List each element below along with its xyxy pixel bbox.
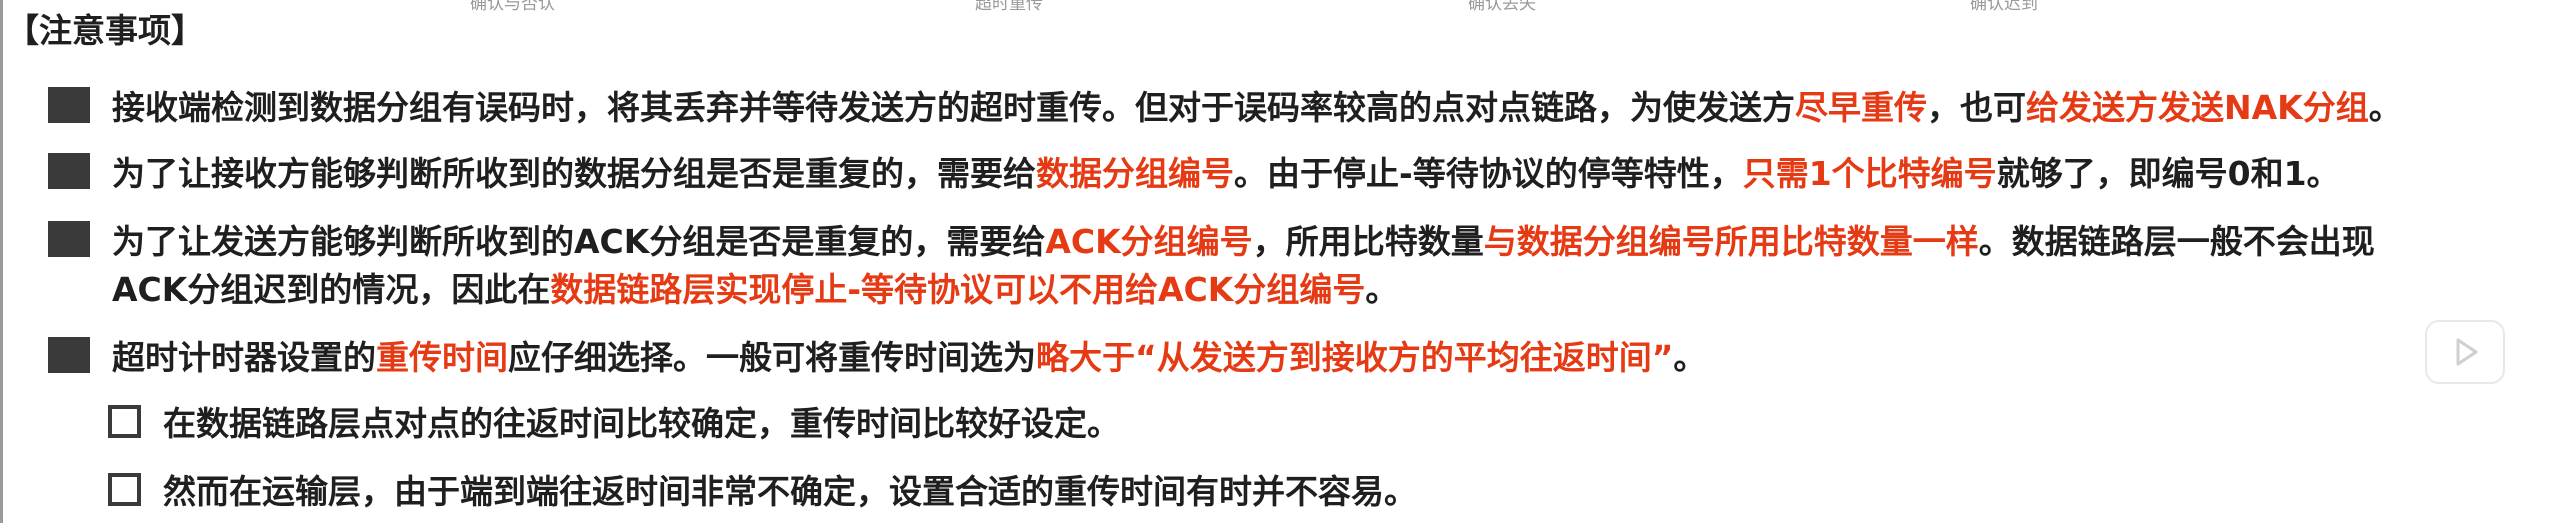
- note-item-1: 接收端检测到数据分组有误码时，将其丢弃并等待发送方的超时重传。但对于误码率较高的…: [48, 84, 2402, 132]
- square-bullet-icon: [48, 153, 90, 189]
- body-text: ACK分组迟到的情况，因此在: [112, 270, 551, 309]
- note-text-1: 接收端检测到数据分组有误码时，将其丢弃并等待发送方的超时重传。但对于误码率较高的…: [112, 84, 2402, 132]
- sub-item-2: 然而在运输层，由于端到端往返时间非常不确定，设置合适的重传时间有时并不容易。: [108, 468, 1417, 516]
- sub-item-1: 在数据链路层点对点的往返时间比较确定，重传时间比较好设定。: [108, 400, 1120, 448]
- top-label-3: 确认丢失: [1468, 0, 1536, 14]
- body-text: 。: [2368, 88, 2402, 127]
- text-line: ACK分组迟到的情况，因此在数据链路层实现停止-等待协议可以不用给ACK分组编号…: [112, 266, 2375, 314]
- play-button[interactable]: [2425, 320, 2505, 384]
- square-bullet-icon: [48, 337, 90, 373]
- note-item-4: 超时计时器设置的重传时间应仔细选择。一般可将重传时间选为略大于“从发送方到接收方…: [48, 334, 1706, 382]
- square-bullet-icon: [48, 221, 90, 257]
- left-border: [0, 0, 3, 523]
- note-text-2: 为了让接收方能够判断所收到的数据分组是否是重复的，需要给数据分组编号。由于停止-…: [112, 150, 2340, 198]
- body-text: 应仔细选择。一般可将重传时间选为: [508, 338, 1036, 377]
- body-text: 为了让发送方能够判断所收到的ACK分组是否是重复的，需要给: [112, 222, 1046, 261]
- body-text: 。: [1673, 338, 1707, 377]
- body-text: 为了让接收方能够判断所收到的数据分组是否是重复的，需要给: [112, 154, 1036, 193]
- sub-text-2: 然而在运输层，由于端到端往返时间非常不确定，设置合适的重传时间有时并不容易。: [163, 472, 1417, 511]
- checkbox-bullet-icon: [108, 405, 141, 438]
- checkbox-bullet-icon: [108, 473, 141, 506]
- emphasis-text: ACK分组编号: [1045, 222, 1253, 261]
- body-text: 。: [1365, 270, 1399, 309]
- emphasis-text: 给发送方发送NAK分组: [2026, 88, 2369, 127]
- top-label-2: 超时重传: [975, 0, 1043, 14]
- square-bullet-icon: [48, 87, 90, 123]
- body-text: 就够了，即编号0和1。: [1996, 154, 2340, 193]
- top-label-4: 确认迟到: [1970, 0, 2038, 14]
- emphasis-text: 重传时间: [376, 338, 508, 377]
- emphasis-text: 只需1个比特编号: [1742, 154, 1997, 193]
- note-item-3: 为了让发送方能够判断所收到的ACK分组是否是重复的，需要给ACK分组编号，所用比…: [48, 218, 2375, 314]
- body-text: ，也可: [1927, 88, 2026, 127]
- body-text: 超时计时器设置的: [112, 338, 376, 377]
- note-text-4: 超时计时器设置的重传时间应仔细选择。一般可将重传时间选为略大于“从发送方到接收方…: [112, 334, 1706, 382]
- text-line: 超时计时器设置的重传时间应仔细选择。一般可将重传时间选为略大于“从发送方到接收方…: [112, 334, 1706, 382]
- emphasis-text: 数据链路层实现停止-等待协议可以不用给ACK分组编号: [550, 270, 1366, 309]
- body-text: ，所用比特数量: [1252, 222, 1484, 261]
- emphasis-text: 数据分组编号: [1036, 154, 1234, 193]
- text-line: 接收端检测到数据分组有误码时，将其丢弃并等待发送方的超时重传。但对于误码率较高的…: [112, 84, 2402, 132]
- text-line: 为了让接收方能够判断所收到的数据分组是否是重复的，需要给数据分组编号。由于停止-…: [112, 150, 2340, 198]
- section-title: 【注意事项】: [6, 11, 204, 50]
- text-line: 为了让发送方能够判断所收到的ACK分组是否是重复的，需要给ACK分组编号，所用比…: [112, 218, 2375, 266]
- sub-text-1: 在数据链路层点对点的往返时间比较确定，重传时间比较好设定。: [163, 404, 1120, 443]
- note-text-3: 为了让发送方能够判断所收到的ACK分组是否是重复的，需要给ACK分组编号，所用比…: [112, 218, 2375, 314]
- body-text: 。数据链路层一般不会出现: [1978, 222, 2375, 261]
- emphasis-text: 与数据分组编号所用比特数量一样: [1483, 222, 1979, 261]
- body-text: 接收端检测到数据分组有误码时，将其丢弃并等待发送方的超时重传。但对于误码率较高的…: [112, 88, 1795, 127]
- body-text: 。由于停止-等待协议的停等特性，: [1234, 154, 1743, 193]
- play-icon: [2456, 338, 2478, 366]
- emphasis-text: 略大于“从发送方到接收方的平均往返时间”: [1036, 338, 1674, 377]
- top-label-1: 确认与否认: [470, 0, 555, 14]
- note-item-2: 为了让接收方能够判断所收到的数据分组是否是重复的，需要给数据分组编号。由于停止-…: [48, 150, 2340, 198]
- emphasis-text: 尽早重传: [1795, 88, 1927, 127]
